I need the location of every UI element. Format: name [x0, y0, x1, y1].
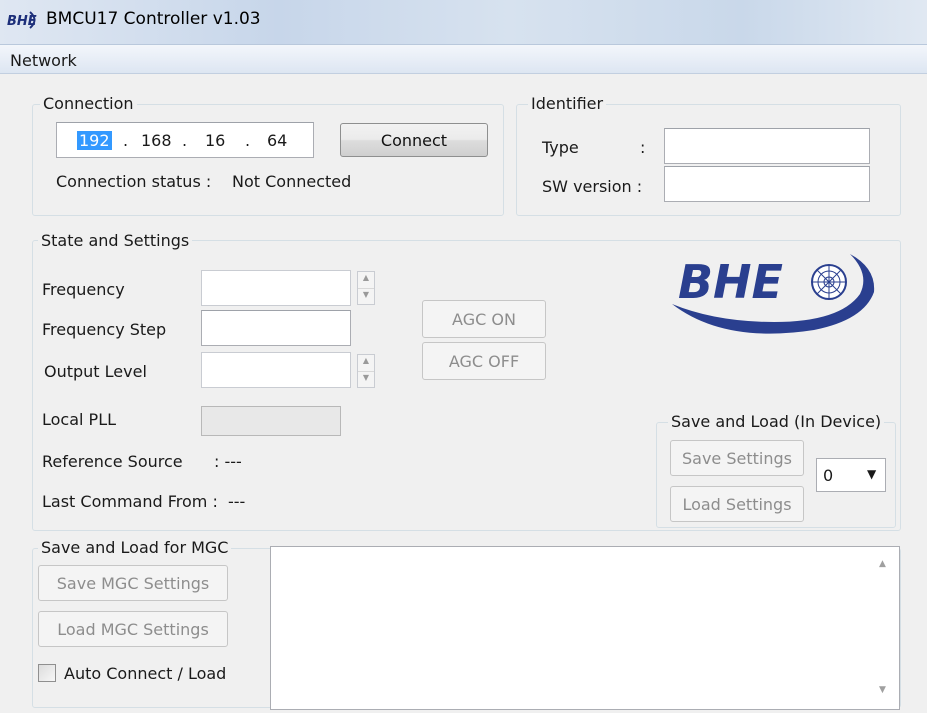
reference-source-value: : --- [214, 452, 242, 471]
output-level-input[interactable] [201, 352, 351, 388]
mgc-group-label: Save and Load for MGC [38, 538, 232, 557]
window-title: BMCU17 Controller v1.03 [46, 9, 261, 29]
ip-dot: . [245, 131, 251, 150]
identifier-group-label: Identifier [528, 94, 607, 113]
frequency-input[interactable] [201, 270, 351, 306]
connection-status-label: Connection status : [56, 172, 212, 191]
output-level-label: Output Level [44, 362, 147, 381]
title-bar[interactable]: BHE BMCU17 Controller v1.03 [0, 0, 927, 44]
frequency-step-label: Frequency Step [42, 320, 167, 339]
log-textarea[interactable]: ▲ ▼ [270, 546, 900, 710]
ip-octet-3[interactable]: 16 [205, 131, 225, 150]
load-mgc-settings-button[interactable]: Load MGC Settings [38, 611, 228, 647]
connection-group-label: Connection [40, 94, 137, 113]
chevron-down-icon[interactable]: ▼ [867, 467, 876, 481]
sw-version-label: SW version : [542, 177, 643, 196]
save-mgc-settings-button[interactable]: Save MGC Settings [38, 565, 228, 601]
ip-octet-4[interactable]: 64 [267, 131, 287, 150]
last-command-label: Last Command From : [42, 492, 218, 511]
agc-off-button[interactable]: AGC OFF [422, 342, 546, 380]
last-command-value: --- [228, 492, 246, 511]
auto-connect-label: Auto Connect / Load [64, 664, 227, 683]
settings-slot-value: 0 [823, 466, 834, 485]
ip-octet-2[interactable]: 168 [141, 131, 172, 150]
type-field[interactable] [664, 128, 870, 164]
device-save-group-label: Save and Load (In Device) [668, 412, 885, 431]
state-settings-group-label: State and Settings [38, 231, 193, 250]
connection-group [32, 104, 504, 216]
auto-connect-checkbox[interactable] [38, 664, 56, 682]
spin-up-icon[interactable]: ▲ [358, 355, 374, 372]
local-pll-label: Local PLL [42, 410, 117, 429]
ip-octet-1[interactable]: 192 [77, 131, 112, 150]
connect-button[interactable]: Connect [340, 123, 488, 157]
ip-dot: . [182, 131, 188, 150]
type-colon: : [640, 138, 646, 157]
sw-version-field[interactable] [664, 166, 870, 202]
spin-down-icon[interactable]: ▼ [358, 372, 374, 388]
connection-status-value: Not Connected [232, 172, 352, 191]
reference-source-label: Reference Source [42, 452, 183, 471]
menu-bar: Network [0, 44, 927, 74]
ip-dot: . [123, 131, 129, 150]
frequency-label: Frequency [42, 280, 125, 299]
frequency-spinner[interactable]: ▲ ▼ [357, 271, 375, 305]
output-level-spinner[interactable]: ▲ ▼ [357, 354, 375, 388]
spin-up-icon[interactable]: ▲ [358, 272, 374, 289]
bhe-logo-text: BHE [678, 255, 783, 309]
type-label: Type [542, 138, 579, 157]
menu-network[interactable]: Network [10, 51, 77, 70]
bhe-logo: BHE [672, 254, 875, 334]
spin-down-icon[interactable]: ▼ [358, 289, 374, 305]
agc-on-button[interactable]: AGC ON [422, 300, 546, 338]
load-settings-button[interactable]: Load Settings [670, 486, 804, 522]
frequency-step-input[interactable] [201, 310, 351, 346]
bhe-app-icon: BHE [7, 11, 37, 29]
ip-address-input[interactable]: 192 . 168 . 16 . 64 [56, 122, 314, 158]
local-pll-indicator [201, 406, 341, 436]
scroll-up-icon[interactable]: ▲ [879, 559, 886, 569]
save-settings-button[interactable]: Save Settings [670, 440, 804, 476]
scroll-down-icon[interactable]: ▼ [879, 685, 886, 695]
settings-slot-select[interactable]: 0 ▼ [816, 458, 886, 492]
